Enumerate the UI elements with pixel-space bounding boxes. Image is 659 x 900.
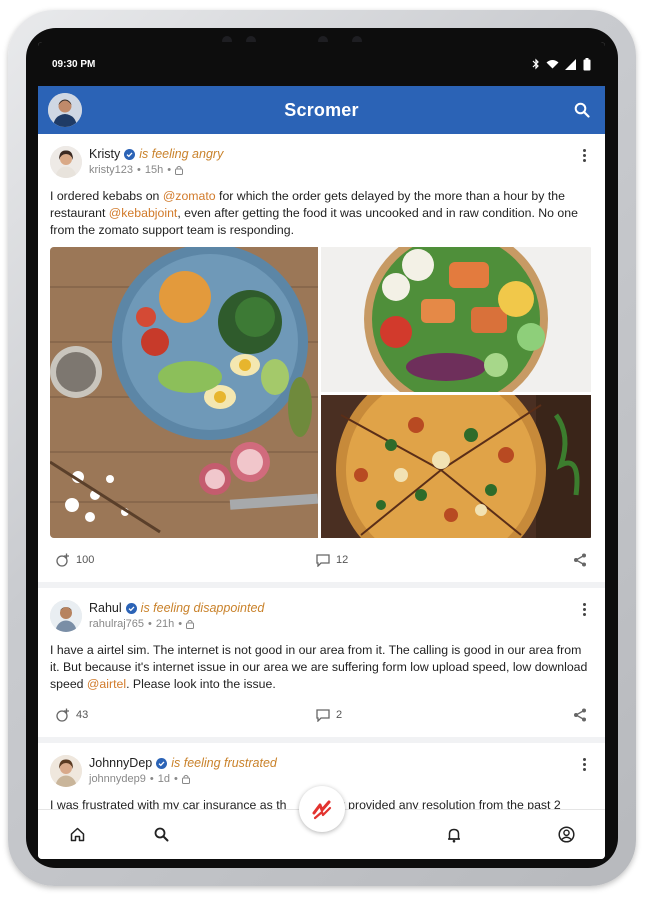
status-icons [532, 57, 591, 71]
bottom-nav [38, 786, 605, 859]
share-icon[interactable] [573, 553, 587, 567]
post-card: Rahul is feeling disappointed rahulraj76… [38, 588, 605, 743]
scromer-logo-icon [312, 800, 331, 820]
like-button[interactable]: 100 [56, 553, 94, 567]
post-avatar[interactable] [50, 600, 82, 632]
like-count: 43 [76, 709, 89, 721]
author-handle: kristy123 [89, 164, 134, 176]
post-header: JohnnyDep is feeling frustrated johnnyde… [50, 755, 593, 787]
handle-line: rahulraj765 • 21h • [89, 618, 593, 630]
author-name[interactable]: Rahul [89, 601, 122, 615]
post-time: 21h [155, 618, 175, 630]
react-icon [56, 553, 69, 567]
feeling-status: is feeling disappointed [140, 601, 265, 615]
post-actions: 43 2 [50, 693, 593, 737]
name-line: Rahul is feeling disappointed [89, 600, 593, 616]
post-card: Kristy is feeling angry kristy123 • 15h … [38, 134, 605, 588]
profile-icon[interactable] [555, 824, 577, 846]
post-text: . Please look into the issue. [126, 677, 276, 691]
verified-badge-icon [156, 757, 168, 769]
avatar-image [48, 93, 82, 127]
post-avatar[interactable] [50, 755, 82, 787]
compose-button[interactable] [298, 786, 345, 832]
home-icon[interactable] [66, 824, 88, 846]
dot-separator: • [148, 618, 152, 630]
dot-separator: • [174, 773, 178, 785]
post-body: I have a airtel sim. The internet is not… [50, 642, 593, 693]
handle-line: johnnydep9 • 1d • [89, 773, 593, 785]
mention-link[interactable]: @airtel [87, 677, 126, 691]
like-count: 100 [76, 554, 95, 566]
post-header: Rahul is feeling disappointed rahulraj76… [50, 600, 593, 632]
dot-separator: • [178, 618, 183, 630]
mention-link[interactable]: @zomato [163, 189, 216, 203]
lock-icon [181, 774, 190, 784]
post-text: I was frustrated with my car insurance a… [50, 798, 287, 809]
react-icon [56, 708, 69, 722]
post-text: I ordered kebabs on [50, 189, 163, 203]
verified-badge-icon [125, 602, 137, 614]
post-photo[interactable] [50, 247, 318, 538]
comment-icon [316, 553, 330, 567]
post-meta: Kristy is feeling angry kristy123 • 15h … [89, 146, 593, 176]
search-icon[interactable] [150, 824, 172, 846]
name-line: Kristy is feeling angry [89, 146, 593, 162]
post-meta: Rahul is feeling disappointed rahulraj76… [89, 600, 593, 630]
wifi-icon [546, 60, 559, 69]
dot-separator: • [167, 164, 172, 176]
post-photo[interactable] [321, 395, 591, 538]
app-screen: 09:30 PM Scromer Kristy is feeling angry… [38, 42, 605, 859]
dot-separator: • [149, 773, 154, 785]
mention-link[interactable]: @kebabjoint [109, 206, 178, 220]
author-name[interactable]: JohnnyDep [89, 756, 152, 770]
feeling-status: is feeling angry [139, 147, 224, 161]
more-options-icon[interactable] [577, 146, 591, 164]
author-handle: johnnydep9 [89, 773, 146, 785]
comment-count: 2 [336, 709, 343, 721]
more-options-icon[interactable] [577, 600, 591, 618]
feed: Kristy is feeling angry kristy123 • 15h … [38, 134, 605, 809]
post-time: 1d [157, 773, 170, 785]
app-bar: Scromer [38, 86, 605, 134]
user-avatar[interactable] [48, 93, 82, 127]
signal-icon [565, 58, 576, 70]
search-icon[interactable] [571, 99, 593, 121]
dot-separator: • [137, 164, 141, 176]
post-photo[interactable] [321, 247, 591, 392]
handle-line: kristy123 • 15h • [89, 164, 593, 176]
lock-icon [186, 619, 195, 629]
comment-button[interactable]: 12 [316, 553, 349, 567]
comment-button[interactable]: 2 [316, 708, 343, 722]
comment-icon [316, 708, 330, 722]
post-body: I ordered kebabs on @zomato for which th… [50, 188, 593, 239]
bell-icon[interactable] [443, 824, 465, 846]
author-name[interactable]: Kristy [89, 147, 120, 161]
like-button[interactable]: 43 [56, 708, 88, 722]
verified-badge-icon [124, 148, 136, 160]
post-header: Kristy is feeling angry kristy123 • 15h … [50, 146, 593, 178]
status-time: 09:30 PM [52, 58, 96, 70]
author-handle: rahulraj765 [89, 618, 145, 630]
comment-count: 12 [336, 554, 349, 566]
post-time: 15h [144, 164, 164, 176]
share-icon[interactable] [573, 708, 587, 722]
photo-grid [50, 247, 593, 538]
battery-icon [583, 57, 591, 70]
lock-icon [175, 165, 184, 175]
bluetooth-icon [532, 58, 539, 70]
post-avatar[interactable] [50, 146, 82, 178]
status-bar: 09:30 PM [38, 42, 605, 86]
post-actions: 100 12 [50, 538, 593, 582]
app-brand: Scromer [284, 99, 359, 120]
name-line: JohnnyDep is feeling frustrated [89, 755, 593, 771]
post-text: nt provided any resolution from the past… [334, 798, 561, 809]
more-options-icon[interactable] [577, 755, 591, 773]
post-meta: JohnnyDep is feeling frustrated johnnyde… [89, 755, 593, 785]
feeling-status: is feeling frustrated [171, 756, 277, 770]
